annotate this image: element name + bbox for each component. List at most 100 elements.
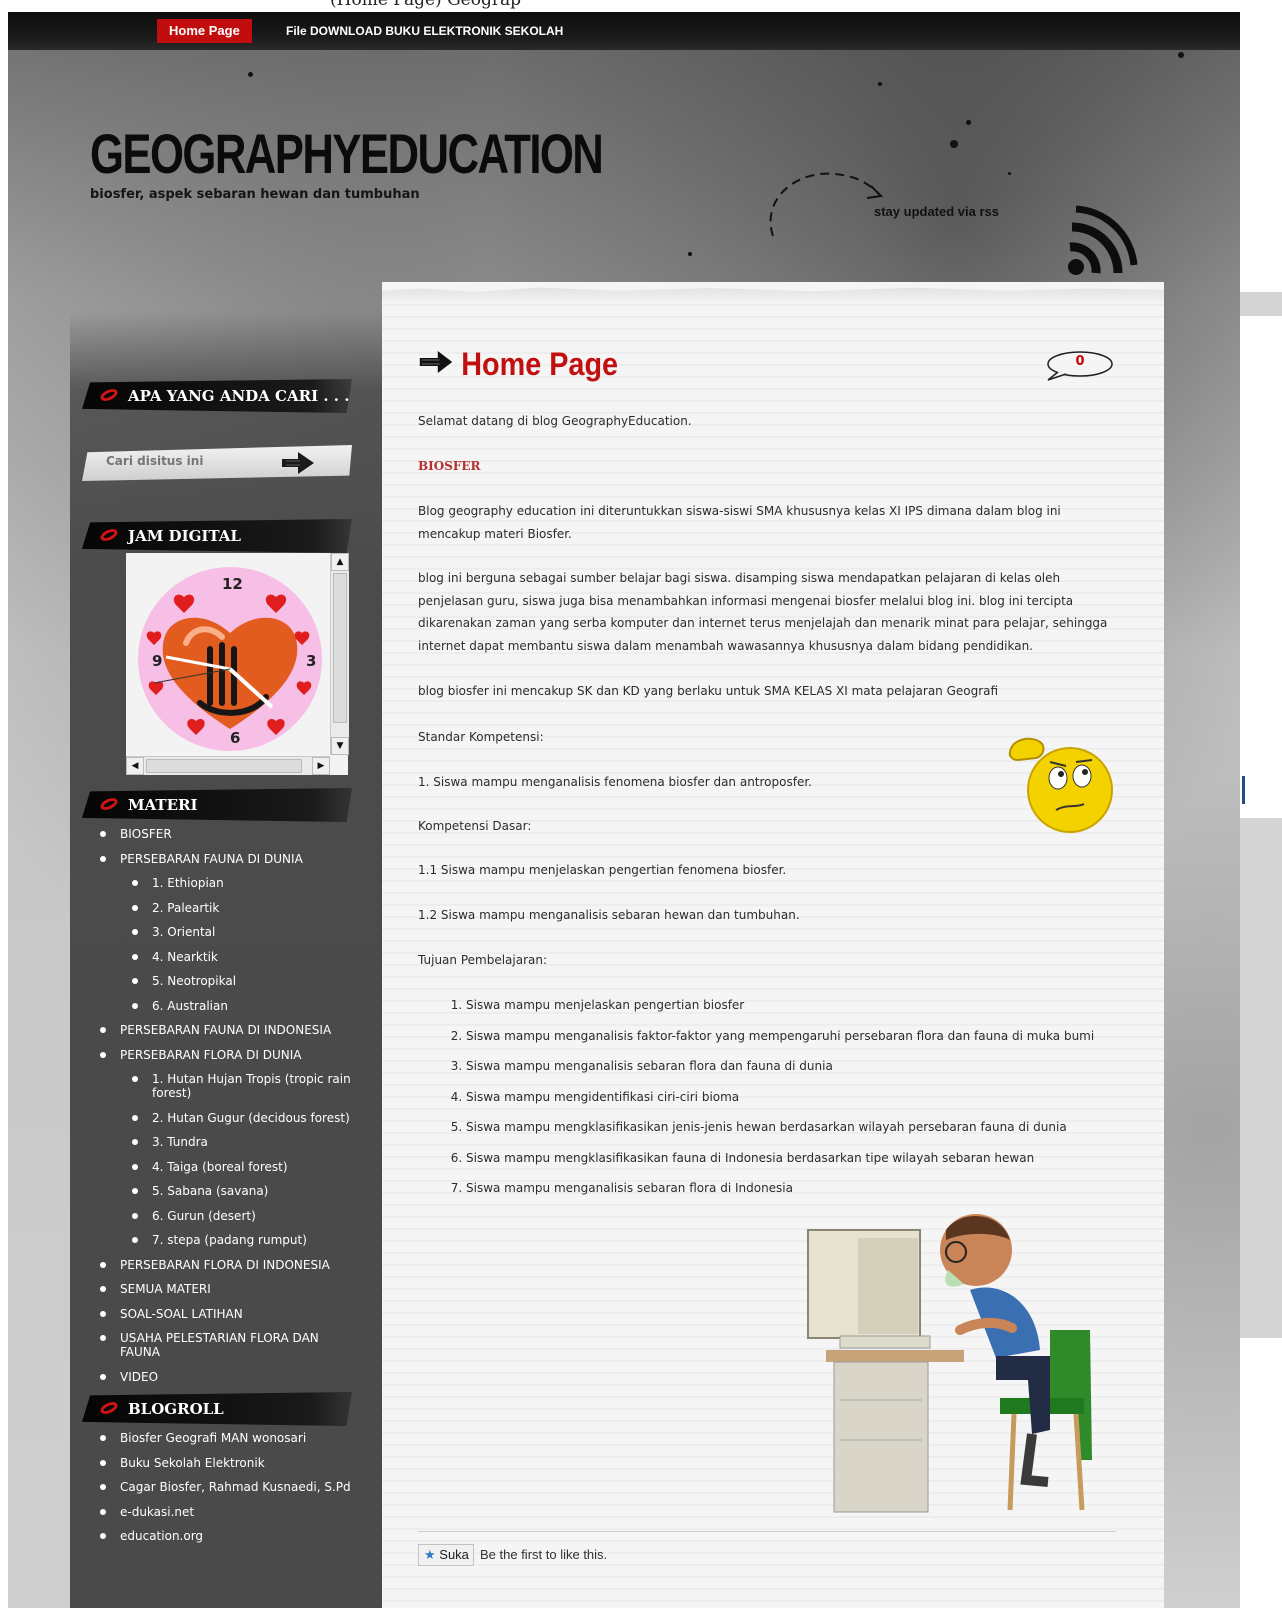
scroll-right-icon[interactable]: ▶ — [312, 757, 330, 775]
materi-subitem[interactable]: 4. Taiga (boreal forest) — [100, 1160, 360, 1174]
learning-goal-item: Siswa mampu mengidentifikasi ciri-ciri b… — [466, 1088, 1146, 1106]
blogroll-item[interactable]: education.org — [100, 1529, 360, 1543]
search-widget-title: APA YANG ANDA CARI . . . . — [82, 379, 352, 413]
post-title[interactable]: Home Page — [418, 340, 618, 388]
nav-home-page-link[interactable]: Home Page — [157, 19, 252, 43]
site-title[interactable]: GEOGRAPHYEDUCATION — [90, 124, 604, 184]
rss-feed-icon[interactable] — [1058, 205, 1138, 281]
materi-subitem[interactable]: 4. Nearktik — [100, 950, 360, 964]
materi-link[interactable]: USAHA PELESTARIAN FLORA DAN FAUNA — [120, 1331, 319, 1359]
materi-link[interactable]: BIOSFER — [120, 827, 172, 841]
clock-horizontal-scrollbar[interactable]: ◀ ▶ — [126, 756, 330, 775]
materi-link[interactable]: 6. Australian — [152, 999, 228, 1013]
learning-goal-item: Siswa mampu mengklasifikasikan jenis-jen… — [466, 1118, 1146, 1136]
nav-download-ebook-link[interactable]: File DOWNLOAD BUKU ELEKTRONIK SEKOLAH — [286, 19, 563, 43]
paragraph-3: blog biosfer ini mencakup SK dan KD yang… — [418, 684, 999, 698]
comment-count-bubble[interactable]: 0 — [1044, 350, 1114, 381]
blogroll-item[interactable]: Cagar Biosfer, Rahmad Kusnaedi, S.Pd — [100, 1480, 360, 1494]
computer-user-illustration — [807, 1214, 1092, 1513]
rss-subscribe-link[interactable]: stay updated via rss — [874, 204, 999, 219]
materi-link[interactable]: 4. Taiga (boreal forest) — [152, 1160, 288, 1174]
materi-item[interactable]: PERSEBARAN FAUNA DI DUNIA — [100, 852, 360, 866]
materi-item[interactable]: PERSEBARAN FLORA DI INDONESIA — [100, 1258, 360, 1272]
materi-item[interactable]: PERSEBARAN FAUNA DI INDONESIA — [100, 1023, 360, 1037]
ring-icon — [98, 526, 120, 544]
clock-widget: 12 3 6 9 ▲ ▼ ◀ ▶ — [126, 553, 349, 775]
materi-link[interactable]: 3. Tundra — [152, 1135, 208, 1149]
splatter-dot — [688, 252, 692, 256]
splatter-dot — [1178, 52, 1184, 58]
materi-link[interactable]: 7. stepa (padang rumput) — [152, 1233, 307, 1247]
materi-link[interactable]: 5. Sabana (savana) — [152, 1184, 268, 1198]
materi-link[interactable]: 2. Hutan Gugur (decidous forest) — [152, 1111, 350, 1125]
clock-widget-title: JAM DIGITAL — [82, 519, 352, 553]
materi-link[interactable]: PERSEBARAN FAUNA DI INDONESIA — [120, 1023, 331, 1037]
blogroll-link[interactable]: e-dukasi.net — [120, 1505, 194, 1519]
learning-goal-item: Siswa mampu menjelaskan pengertian biosf… — [466, 996, 1146, 1014]
clock-number-9: 9 — [152, 652, 163, 670]
materi-subitem[interactable]: 2. Paleartik — [100, 901, 360, 915]
scroll-up-icon[interactable]: ▲ — [331, 553, 349, 571]
search-arrow-icon[interactable] — [278, 447, 318, 479]
goals-label: Tujuan Pembelajaran: — [418, 953, 548, 967]
scroll-thumb[interactable] — [333, 573, 347, 723]
materi-subitem[interactable]: 1. Hutan Hujan Tropis (tropic rain fores… — [100, 1072, 360, 1100]
post-title-text: Home Page — [461, 346, 619, 382]
blogroll-item[interactable]: Biosfer Geografi MAN wonosari — [100, 1431, 360, 1445]
materi-subitem[interactable]: 3. Oriental — [100, 925, 360, 939]
like-separator — [418, 1531, 1116, 1532]
materi-link[interactable]: 4. Nearktik — [152, 950, 218, 964]
materi-subitem[interactable]: 6. Gurun (desert) — [100, 1209, 360, 1223]
materi-item[interactable]: PERSEBARAN FLORA DI DUNIA — [100, 1048, 360, 1062]
materi-link[interactable]: 1. Hutan Hujan Tropis (tropic rain fores… — [152, 1072, 351, 1100]
materi-subitem[interactable]: 6. Australian — [100, 999, 360, 1013]
torn-paper-edge — [382, 287, 1164, 304]
right-edge-strip — [1240, 0, 1282, 1608]
blogroll-link[interactable]: Buku Sekolah Elektronik — [120, 1456, 265, 1470]
materi-link[interactable]: PERSEBARAN FAUNA DI DUNIA — [120, 852, 303, 866]
blogroll-link[interactable]: Cagar Biosfer, Rahmad Kusnaedi, S.Pd — [120, 1480, 351, 1494]
materi-link[interactable]: PERSEBARAN FLORA DI DUNIA — [120, 1048, 301, 1062]
materi-subitem[interactable]: 3. Tundra — [100, 1135, 360, 1149]
thinking-smiley-icon — [1008, 737, 1113, 833]
materi-link[interactable]: 1. Ethiopian — [152, 876, 224, 890]
materi-subitem[interactable]: 1. Ethiopian — [100, 876, 360, 890]
materi-item[interactable]: SEMUA MATERI — [100, 1282, 360, 1296]
clock-number-12: 12 — [222, 575, 243, 593]
materi-item[interactable]: SOAL-SOAL LATIHAN — [100, 1307, 360, 1321]
materi-subitem[interactable]: 2. Hutan Gugur (decidous forest) — [100, 1111, 360, 1125]
materi-item[interactable]: USAHA PELESTARIAN FLORA DAN FAUNA — [100, 1331, 360, 1359]
materi-link[interactable]: SOAL-SOAL LATIHAN — [120, 1307, 243, 1321]
paragraph-2: blog ini berguna sebagai sumber belajar … — [418, 571, 1108, 653]
scroll-thumb[interactable] — [146, 759, 302, 773]
materi-subitem[interactable]: 7. stepa (padang rumput) — [100, 1233, 360, 1247]
scroll-marker — [1240, 292, 1282, 316]
window-title: (Home Page) Geograp — [330, 0, 521, 10]
materi-item[interactable]: BIOSFER — [100, 827, 360, 841]
ring-icon — [98, 1399, 120, 1417]
search-input[interactable] — [104, 453, 278, 469]
browser-title-strip: (Home Page) Geograp — [0, 0, 1282, 12]
blogroll-link[interactable]: Biosfer Geografi MAN wonosari — [120, 1431, 306, 1445]
like-button[interactable]: ★ Suka — [418, 1544, 474, 1566]
blogroll-item[interactable]: Buku Sekolah Elektronik — [100, 1456, 360, 1470]
materi-item[interactable]: VIDEO — [100, 1370, 360, 1384]
star-icon: ★ — [424, 1547, 436, 1562]
top-navigation-bar: Home Page File DOWNLOAD BUKU ELEKTRONIK … — [8, 12, 1272, 50]
materi-link[interactable]: PERSEBARAN FLORA DI INDONESIA — [120, 1258, 330, 1272]
curved-arrow-icon — [769, 172, 884, 237]
blogroll-link[interactable]: education.org — [120, 1529, 203, 1543]
materi-subitem[interactable]: 5. Sabana (savana) — [100, 1184, 360, 1198]
materi-link[interactable]: 2. Paleartik — [152, 901, 219, 915]
materi-link[interactable]: SEMUA MATERI — [120, 1282, 211, 1296]
scroll-down-icon[interactable]: ▼ — [331, 737, 349, 755]
learning-goal-item: Siswa mampu menganalisis sebaran flora d… — [466, 1179, 1146, 1197]
clock-vertical-scrollbar[interactable]: ▲ ▼ — [330, 553, 349, 755]
scroll-left-icon[interactable]: ◀ — [126, 757, 144, 775]
blogroll-item[interactable]: e-dukasi.net — [100, 1505, 360, 1519]
materi-link[interactable]: 3. Oriental — [152, 925, 215, 939]
materi-subitem[interactable]: 5. Neotropikal — [100, 974, 360, 988]
materi-link[interactable]: 6. Gurun (desert) — [152, 1209, 256, 1223]
materi-link[interactable]: VIDEO — [120, 1370, 158, 1384]
materi-link[interactable]: 5. Neotropikal — [152, 974, 236, 988]
